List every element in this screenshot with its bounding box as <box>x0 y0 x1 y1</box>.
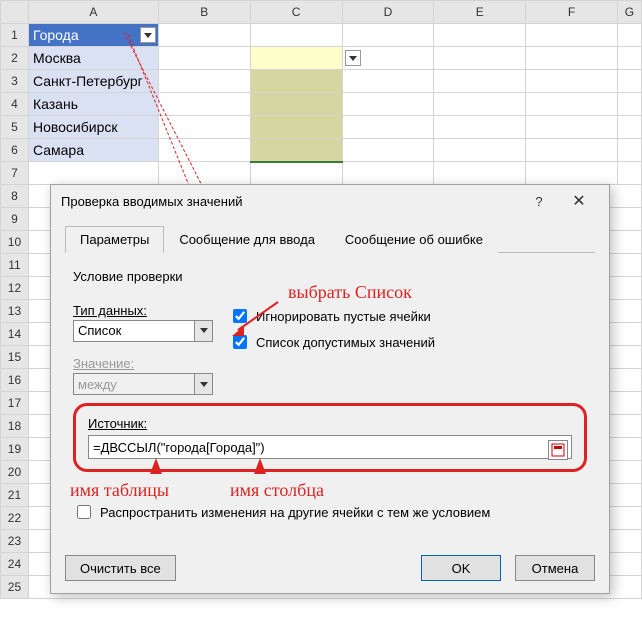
chevron-down-icon <box>200 382 208 387</box>
table-header-text: Города <box>33 27 79 43</box>
row-header-3[interactable]: 3 <box>1 70 29 93</box>
propagate-label: Распространить изменения на другие ячейк… <box>100 505 490 520</box>
cancel-button[interactable]: Отмена <box>515 555 595 581</box>
table-row[interactable]: Самара <box>28 139 158 162</box>
dialog-footer: Очистить все OK Отмена <box>51 543 609 593</box>
data-value-value: между <box>78 377 117 392</box>
col-header-A[interactable]: A <box>28 1 158 24</box>
propagate-input[interactable] <box>77 505 91 519</box>
table-row[interactable]: Новосибирск <box>28 116 158 139</box>
cell-D1[interactable] <box>342 24 434 47</box>
col-header-C[interactable]: C <box>250 1 342 24</box>
propagate-checkbox[interactable]: Распространить изменения на другие ячейк… <box>73 502 587 522</box>
dialog-titlebar[interactable]: Проверка вводимых значений ? ✕ <box>51 185 609 217</box>
table-row[interactable]: Санкт-Петербург <box>28 70 158 93</box>
table-header-cell[interactable]: Города <box>28 24 158 47</box>
validation-criteria-label: Условие проверки <box>73 269 587 284</box>
cell-B1[interactable] <box>158 24 250 47</box>
chevron-down-icon <box>144 33 152 38</box>
allow-type-value: Список <box>78 323 121 338</box>
ok-button[interactable]: OK <box>421 555 501 581</box>
incell-dropdown-input[interactable] <box>233 335 247 349</box>
cell-G1[interactable] <box>617 24 641 47</box>
help-button[interactable]: ? <box>519 186 559 216</box>
allow-type-combo[interactable]: Список <box>73 320 213 342</box>
incell-dropdown-checkbox[interactable]: Список допустимых значений <box>229 332 435 352</box>
source-input[interactable] <box>88 435 572 459</box>
chevron-down-icon <box>349 56 357 61</box>
col-header-B[interactable]: B <box>158 1 250 24</box>
combo-arrow[interactable] <box>194 321 212 341</box>
row-header-1[interactable]: 1 <box>1 24 29 47</box>
ignore-blank-checkbox[interactable]: Игнорировать пустые ячейки <box>229 306 435 326</box>
cell-F1[interactable] <box>526 24 618 47</box>
col-header-E[interactable]: E <box>434 1 526 24</box>
dropdown-target-cell[interactable] <box>250 139 342 162</box>
select-all-corner[interactable] <box>1 1 29 24</box>
data-value-label: Значение: <box>73 356 213 371</box>
table-row[interactable]: Казань <box>28 93 158 116</box>
table-row[interactable]: Москва <box>28 47 158 70</box>
row-header-2[interactable]: 2 <box>1 47 29 70</box>
row-header-5[interactable]: 5 <box>1 116 29 139</box>
cell-E1[interactable] <box>434 24 526 47</box>
range-picker-icon <box>551 443 565 457</box>
chevron-down-icon <box>200 328 208 333</box>
incell-dropdown-button[interactable] <box>345 50 361 66</box>
incell-dropdown-label: Список допустимых значений <box>256 335 435 350</box>
col-header-D[interactable]: D <box>342 1 434 24</box>
source-highlight-box: Источник: <box>73 403 587 472</box>
close-button[interactable]: ✕ <box>559 186 599 216</box>
close-icon: ✕ <box>572 191 585 211</box>
combo-arrow <box>194 374 212 394</box>
allow-type-label: Тип данных: <box>73 303 213 318</box>
dropdown-target-cell[interactable] <box>250 70 342 93</box>
cell-C1[interactable] <box>250 24 342 47</box>
row-header-4[interactable]: 4 <box>1 93 29 116</box>
dropdown-target-cell[interactable] <box>250 116 342 139</box>
data-validation-dialog: Проверка вводимых значений ? ✕ Параметры… <box>50 184 610 594</box>
dialog-title: Проверка вводимых значений <box>61 194 242 209</box>
tab-error-alert[interactable]: Сообщение об ошибке <box>330 226 498 253</box>
col-header-F[interactable]: F <box>526 1 618 24</box>
dropdown-target-cell[interactable] <box>250 47 342 70</box>
data-value-combo: между <box>73 373 213 395</box>
filter-dropdown-button[interactable] <box>140 27 156 43</box>
source-label: Источник: <box>88 416 572 431</box>
tab-panel-parameters: Условие проверки Тип данных: Список Игно… <box>51 253 609 536</box>
help-icon: ? <box>535 194 542 209</box>
row-header-6[interactable]: 6 <box>1 139 29 162</box>
ignore-blank-input[interactable] <box>233 309 247 323</box>
col-header-G[interactable]: G <box>617 1 641 24</box>
dropdown-target-cell[interactable] <box>250 93 342 116</box>
ignore-blank-label: Игнорировать пустые ячейки <box>256 309 431 324</box>
range-picker-button[interactable] <box>548 440 568 460</box>
dialog-tabs: Параметры Сообщение для ввода Сообщение … <box>65 225 595 253</box>
tab-parameters[interactable]: Параметры <box>65 226 164 253</box>
clear-all-button[interactable]: Очистить все <box>65 555 176 581</box>
tab-input-message[interactable]: Сообщение для ввода <box>164 226 330 253</box>
